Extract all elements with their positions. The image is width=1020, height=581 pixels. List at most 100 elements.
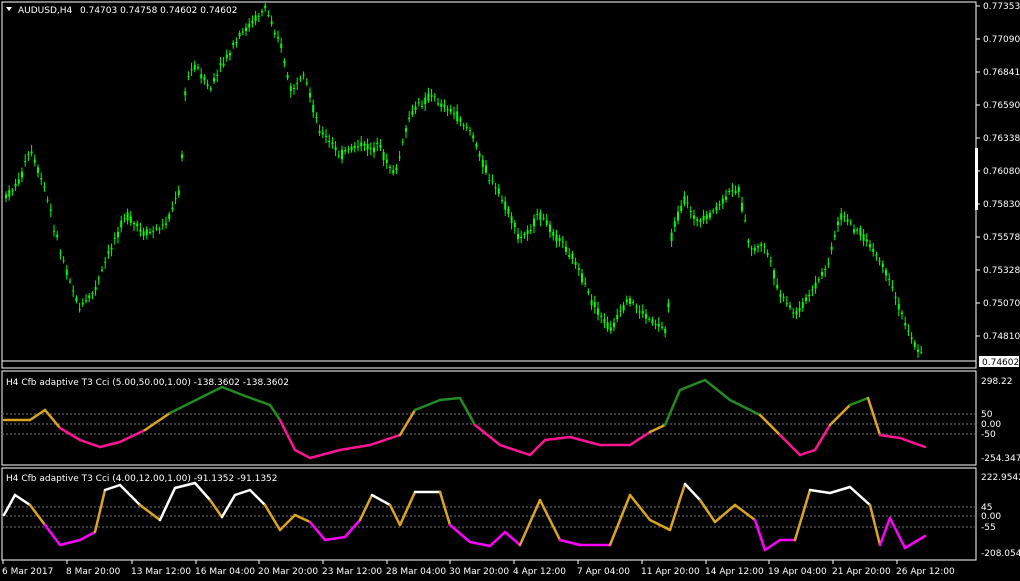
candle-body xyxy=(549,224,551,233)
ind1-segment xyxy=(728,398,762,417)
candle-body xyxy=(184,91,187,96)
candle-body xyxy=(472,135,475,139)
candle-body xyxy=(891,286,894,288)
candle-body xyxy=(293,88,295,90)
last-price-label: 0.74602 xyxy=(982,358,1019,368)
candle-body xyxy=(369,148,372,150)
time-axis: 6 Mar 2017 8 Mar 20:00 13 Mar 12:00 16 Mar … xyxy=(2,560,955,577)
candle-body xyxy=(376,142,379,145)
candle-body xyxy=(609,327,612,331)
candle-body xyxy=(766,253,769,255)
candle-body xyxy=(875,254,878,256)
candle-body xyxy=(779,294,782,297)
candle-body xyxy=(75,297,78,301)
ind2-segment xyxy=(78,530,97,542)
indicator1-panel[interactable]: H4 Cfb adaptive T3 Cci (5.00,50.00,1.00)… xyxy=(1,370,977,466)
last-price-tag: 0.74602 xyxy=(979,356,1019,368)
candle-body xyxy=(331,142,334,144)
candle-body xyxy=(136,223,139,227)
candle-body xyxy=(686,202,689,204)
ind1-segment xyxy=(413,398,442,412)
ind2-segment xyxy=(28,503,47,527)
candle-body xyxy=(155,228,158,230)
candle-body xyxy=(485,165,487,173)
price-tick: 0.76590 xyxy=(983,101,1020,111)
ind1-segment xyxy=(898,436,927,449)
main-panel[interactable]: AUDUSD,H4 0.74703 0.74758 0.74602 0.7460… xyxy=(1,1,978,369)
candle-body xyxy=(437,103,439,105)
candle-body xyxy=(411,110,414,115)
candle-body xyxy=(174,198,177,200)
price-axis: 0.77353 0.77090 0.76841 0.76590 0.76338 0.760… xyxy=(976,2,1020,342)
candle-body xyxy=(769,260,772,262)
ind2-segment xyxy=(278,513,297,532)
candle-body xyxy=(625,299,628,303)
ind1-segment xyxy=(848,396,870,407)
candle-body xyxy=(238,32,241,37)
candle-body xyxy=(696,219,699,222)
candle-body xyxy=(811,289,814,291)
time-tick: 13 Mar 12:00 xyxy=(131,567,191,577)
candle-body xyxy=(385,159,388,163)
candle-body xyxy=(555,234,558,242)
candle-body xyxy=(529,230,532,232)
ind2-segment xyxy=(878,516,892,547)
ind1-segment xyxy=(663,388,682,427)
ind1-segment xyxy=(78,438,102,449)
candle-body xyxy=(453,113,455,115)
price-tick: 0.76080 xyxy=(983,167,1020,177)
candle-body xyxy=(680,205,683,212)
candle-body xyxy=(37,167,39,173)
candle-body xyxy=(581,273,583,283)
candle-body xyxy=(798,308,801,312)
ind2-tick: 0.00 xyxy=(981,512,1001,522)
candle-body xyxy=(504,201,507,210)
chevron-down-icon[interactable] xyxy=(6,7,12,11)
candle-body xyxy=(395,167,398,171)
indicator2-panel[interactable]: H4 Cfb adaptive T3 Cci (4.00,12.00,1.00)… xyxy=(1,467,977,561)
time-tick: 8 Mar 20:00 xyxy=(66,567,121,577)
candle-body xyxy=(462,125,465,127)
candle-body xyxy=(638,311,641,313)
candle-body xyxy=(872,248,875,252)
candle-body xyxy=(318,131,321,133)
candle-body xyxy=(312,104,315,113)
candle-body xyxy=(475,144,478,147)
candle-body xyxy=(56,234,59,238)
ind1-segment xyxy=(338,443,372,452)
trading-chart[interactable]: AUDUSD,H4 0.74703 0.74758 0.74602 0.7460… xyxy=(0,0,1020,581)
candle-body xyxy=(725,196,727,200)
candle-body xyxy=(773,270,775,279)
candle-body xyxy=(465,127,468,129)
candle-body xyxy=(408,117,411,120)
candle-body xyxy=(731,189,734,191)
candle-body xyxy=(744,220,747,222)
candle-body xyxy=(888,278,891,280)
candle-body xyxy=(561,241,564,243)
ind2-segment xyxy=(888,516,907,550)
candle-body xyxy=(33,159,36,163)
candle-body xyxy=(433,96,436,98)
candle-body xyxy=(526,230,529,235)
candle-body xyxy=(337,155,340,157)
ind2-segment xyxy=(220,493,237,519)
ind1-tick: 50 xyxy=(981,410,993,420)
candle-body xyxy=(763,246,766,248)
candle-body xyxy=(869,244,871,248)
candle-body xyxy=(673,221,676,227)
candle-body xyxy=(833,235,836,237)
ohlc-values: 0.74703 0.74758 0.74602 0.74602 xyxy=(80,6,237,16)
ind1-segment xyxy=(568,435,602,447)
candle-body xyxy=(273,32,276,35)
candle-body xyxy=(110,247,113,250)
candle-body xyxy=(641,311,644,314)
candle-body xyxy=(229,53,231,56)
candle-body xyxy=(910,337,913,340)
candle-body xyxy=(360,142,363,147)
ind2-segment xyxy=(698,498,717,524)
candle-body xyxy=(126,212,129,221)
ind2-segment xyxy=(753,518,767,552)
candle-body xyxy=(747,240,750,243)
candle-body xyxy=(459,118,462,122)
candle-body xyxy=(261,11,263,13)
